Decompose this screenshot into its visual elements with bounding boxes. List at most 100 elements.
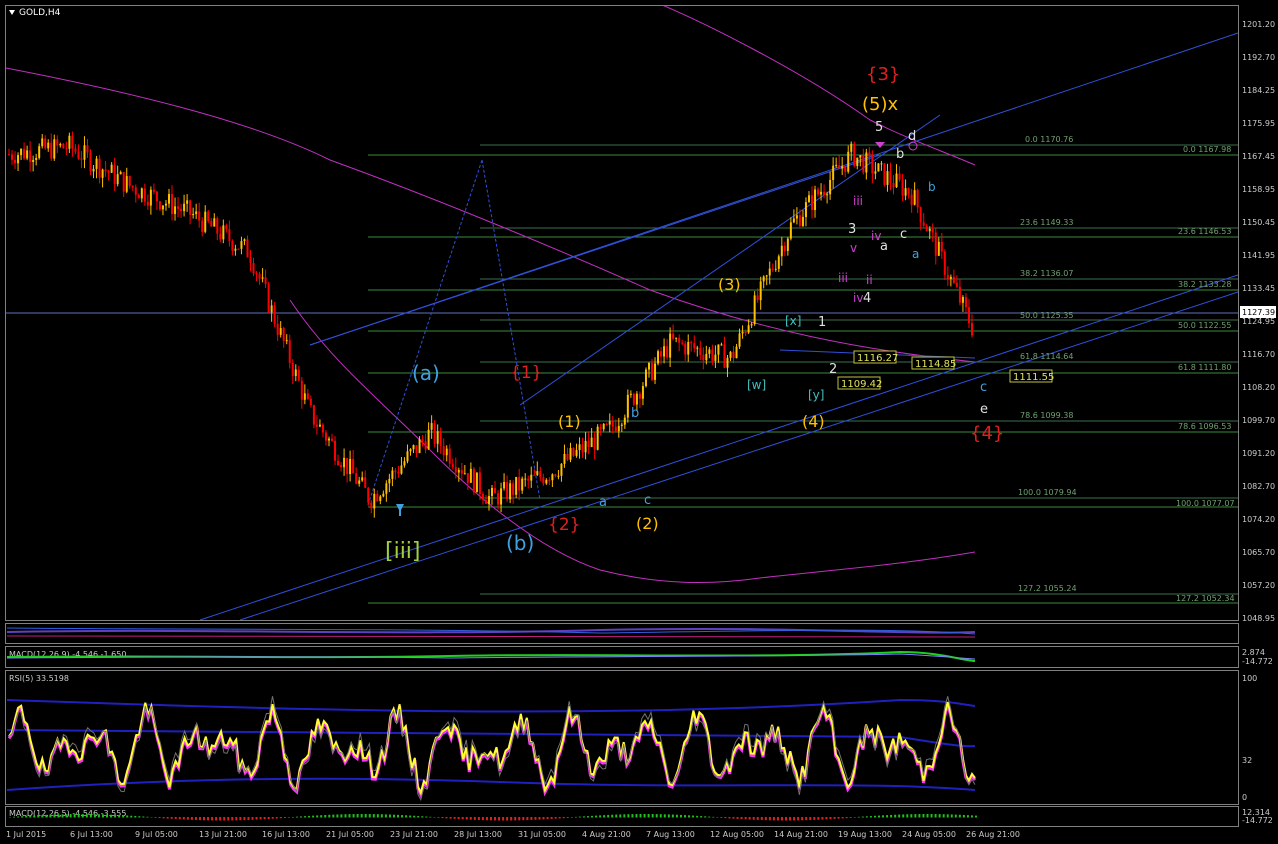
candle-body (306, 393, 309, 399)
macd-bar (813, 817, 816, 820)
candle-body (337, 460, 340, 465)
time-tick: 16 Jul 13:00 (262, 830, 310, 839)
macd-bar (566, 817, 569, 818)
candle-body (669, 333, 672, 358)
candle-body (901, 179, 904, 196)
candle-body (340, 464, 343, 468)
candle-body (497, 493, 500, 505)
macd-bar (417, 816, 420, 818)
candle-body (750, 324, 753, 326)
candle-body (795, 215, 798, 219)
macd-bar (425, 816, 428, 818)
candle-body (481, 493, 484, 500)
macd-bar (174, 817, 177, 820)
macd-bar (251, 817, 254, 820)
candle-body (807, 195, 810, 203)
candle-body (777, 256, 780, 269)
candle-body (167, 194, 170, 204)
candle-body (300, 380, 303, 400)
candle-body (146, 201, 149, 206)
macd-bar (797, 817, 800, 821)
candle-body (512, 483, 515, 495)
trading-chart[interactable]: 1116.27 1109.42 1114.85 1111.55 0.0 1170… (0, 0, 1278, 840)
candle-body (80, 158, 83, 160)
candle-body (521, 478, 524, 491)
fib-label: 50.0 1125.35 (1020, 311, 1073, 320)
macd-bar (215, 817, 218, 821)
macd-bar (166, 817, 169, 819)
macd-bar (211, 817, 214, 821)
candle-body (581, 444, 584, 453)
macd-bar (615, 814, 618, 818)
candle-body (303, 393, 306, 400)
price-tick: 1158.95 (1242, 185, 1275, 194)
candle-body (566, 453, 569, 460)
macd-bar (287, 817, 290, 818)
candle-body (584, 440, 587, 453)
wave-label: iii (853, 194, 863, 208)
candle-body (729, 351, 732, 358)
time-tick: 31 Jul 05:00 (518, 830, 566, 839)
candle-body (445, 448, 448, 456)
macd-bar (360, 814, 363, 818)
macd-bar (845, 817, 848, 819)
macd-bar (817, 817, 820, 820)
candle-body (835, 165, 838, 167)
macd-bar (671, 814, 674, 818)
macd-bar (146, 816, 149, 818)
wave-label: (3) (718, 275, 741, 294)
candle-body (560, 463, 563, 476)
macd-bar (489, 817, 492, 821)
candle-body (617, 425, 620, 432)
macd-bar (138, 816, 141, 818)
candle-body (632, 393, 635, 405)
candle-body (403, 461, 406, 466)
candle-body (442, 446, 445, 456)
candle-body (484, 499, 487, 504)
candle-body (961, 297, 964, 303)
candle-body (110, 164, 113, 173)
candle-body (240, 241, 243, 249)
price-tick: 1074.20 (1242, 515, 1275, 524)
candle-body (171, 194, 174, 214)
chart-window[interactable]: 1116.27 1109.42 1114.85 1111.55 0.0 1170… (0, 0, 1278, 840)
candle-body (620, 424, 623, 426)
macd-bar (570, 817, 573, 818)
macd-bar (627, 814, 630, 818)
candle-body (355, 473, 358, 484)
macd-bar (631, 814, 634, 818)
macd-bar (186, 817, 189, 820)
macd-bar (178, 817, 181, 820)
macd-bar (154, 817, 157, 818)
candle-body (53, 139, 56, 159)
candle-body (137, 194, 140, 199)
candle-body (47, 142, 50, 149)
macd-bar (182, 817, 185, 820)
candle-body (614, 426, 617, 432)
macd-bar (942, 814, 945, 818)
candle-body (291, 362, 294, 376)
price-tick: 1057.20 (1242, 581, 1275, 590)
candle-body (569, 447, 572, 460)
candle-body (249, 257, 252, 263)
macd-bar (962, 814, 965, 818)
candle-body (195, 211, 198, 215)
candle-body (717, 344, 720, 355)
wave-label: [iii] (385, 539, 421, 564)
candle-body (611, 421, 614, 427)
candle-body (723, 344, 726, 368)
candle-body (41, 138, 44, 147)
price-axis: 1201.20 1192.70 1184.25 1175.95 1167.45 … (1242, 20, 1275, 623)
macd-bar (518, 817, 521, 821)
time-tick: 26 Aug 21:00 (966, 830, 1020, 839)
candle-body (895, 173, 898, 188)
candle-body (50, 142, 53, 159)
macd-bar (663, 814, 666, 818)
fib-label: 50.0 1122.55 (1178, 321, 1231, 330)
candle-body (95, 158, 98, 169)
candle-body (768, 268, 771, 276)
candle-body (113, 164, 116, 185)
macd-bar (801, 817, 804, 821)
candle-body (415, 445, 418, 453)
macd-bar (873, 815, 876, 818)
